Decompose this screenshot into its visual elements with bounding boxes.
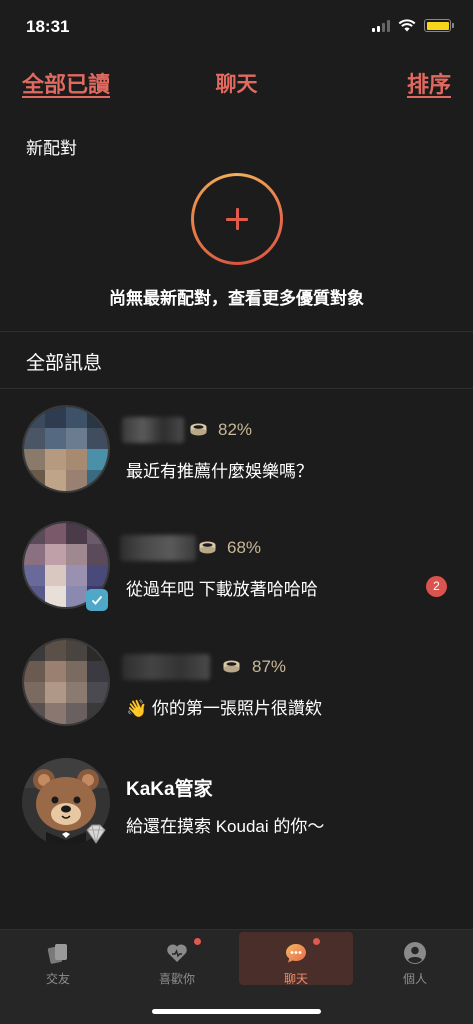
notification-dot [313,938,320,945]
chat-bubble-icon [286,944,306,963]
status-bar: 18:31 [0,0,473,54]
diamond-badge-icon [86,824,106,844]
person-icon [404,942,426,964]
contact-name [122,417,184,443]
wifi-icon [398,19,416,32]
verified-badge-icon [86,589,108,611]
last-message: 給還在摸索 Koudai 的你～ [126,817,325,836]
tab-friends[interactable]: 交友 [1,932,115,986]
battery-icon [424,19,454,32]
tab-label: 個人 [402,972,427,986]
contact-name [120,535,196,561]
match-percentage: 68% [227,538,262,557]
unread-count-badge: 2 [426,576,447,597]
last-message: 從過年吧 下載放著哈哈哈 [126,580,318,599]
conversation-item[interactable]: 87% 👋 你的第一張照片很讚欸 [0,632,473,748]
home-indicator [152,1009,321,1014]
heart-icon [167,944,187,962]
match-percentage: 82% [218,420,253,439]
notification-dot [194,938,201,945]
no-new-matches-text[interactable]: 尚無最新配對，查看更多優質對象 [0,284,473,309]
new-matches-heading: 新配對 [26,139,77,158]
contact-name [122,654,210,680]
status-icons [372,19,454,32]
tab-label: 交友 [45,972,70,986]
tab-chat[interactable]: 聊天 [239,932,353,986]
status-time: 18:31 [26,17,70,36]
nav-header: 全部已讀 聊天 排序 [0,60,473,104]
cards-icon [47,944,67,964]
match-icon [223,660,240,673]
last-message: 最近有推薦什麼娛樂嗎？ [126,462,313,481]
tab-label: 喜歡你 [158,972,195,986]
contact-name: KaKa管家 [126,779,213,800]
signal-icon [372,19,390,32]
plus-icon [226,208,248,230]
tab-label: 聊天 [283,972,308,986]
sort-button[interactable]: 排序 [407,67,451,99]
avatar [22,405,110,493]
tab-likes-you[interactable]: 喜歡你 [120,932,234,986]
match-percentage: 87% [252,657,287,676]
avatar [22,638,110,726]
divider [0,388,473,389]
all-messages-heading: 全部訊息 [26,353,103,374]
conversation-item[interactable]: 82% 最近有推薦什麼娛樂嗎？ [0,395,473,511]
tab-profile[interactable]: 個人 [358,932,472,986]
add-match-button[interactable] [191,173,283,265]
divider [0,331,473,332]
conversation-item-kaka[interactable]: KaKa管家 給還在摸索 Koudai 的你～ [0,752,473,868]
last-message: 👋 你的第一張照片很讚欸 [126,699,322,718]
mark-all-read-button[interactable]: 全部已讀 [22,67,110,99]
match-icon [190,423,207,436]
conversation-item[interactable]: 68% 從過年吧 下載放著哈哈哈 2 [0,513,473,629]
match-icon [199,541,216,554]
